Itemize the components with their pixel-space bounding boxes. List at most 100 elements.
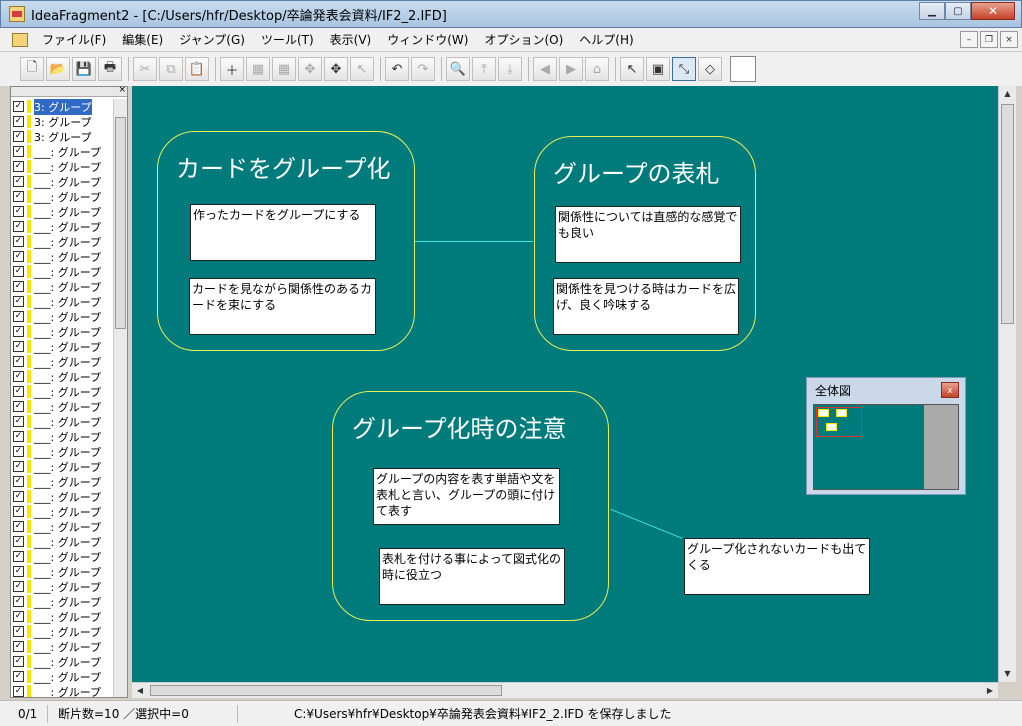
list-item[interactable]: ✓ ___: グループ	[11, 309, 115, 324]
list-item[interactable]: ✓ ___: グループ	[11, 159, 115, 174]
paste-icon[interactable]: 📋	[185, 57, 209, 81]
list-item[interactable]: ✓ ___: グループ	[11, 279, 115, 294]
list-item[interactable]: ✓ ___: グループ	[11, 354, 115, 369]
menu-file[interactable]: ファイル(F)	[34, 31, 114, 48]
checkbox[interactable]: ✓	[13, 461, 24, 472]
document-icon[interactable]	[12, 32, 28, 47]
list-item[interactable]: ✓ ___: グループ	[11, 384, 115, 399]
scroll-right-icon[interactable]: ▶	[982, 683, 998, 699]
overview-window[interactable]: 全体図 x	[806, 377, 966, 495]
list-item[interactable]: ✓ ___: グループ	[11, 519, 115, 534]
checkbox[interactable]: ✓	[13, 596, 24, 607]
fragment-card-ungrouped[interactable]: グループ化されないカードも出てくる	[684, 538, 870, 595]
checkbox[interactable]: ✓	[13, 371, 24, 382]
checkbox[interactable]: ✓	[13, 611, 24, 622]
list-item[interactable]: ✓ ___: グループ	[11, 504, 115, 519]
link-line[interactable]	[415, 241, 533, 242]
redo-icon[interactable]: ↷	[411, 57, 435, 81]
checkbox[interactable]: ✓	[13, 206, 24, 217]
list-item[interactable]: ✓ ___: グループ	[11, 399, 115, 414]
forward-icon[interactable]: ▶	[559, 57, 583, 81]
list-item[interactable]: ✓ ___: グループ	[11, 549, 115, 564]
back-icon[interactable]: ◀	[533, 57, 557, 81]
bring-top-icon[interactable]: ⤒	[472, 57, 496, 81]
checkbox[interactable]: ✓	[13, 101, 24, 112]
send-bottom-icon[interactable]: ⤓	[498, 57, 522, 81]
checkbox[interactable]: ✓	[13, 401, 24, 412]
fill-icon[interactable]: ◇	[698, 57, 722, 81]
checkbox[interactable]: ✓	[13, 536, 24, 547]
group-card-grouping[interactable]: カードをグループ化 作ったカードをグループにする カードを見ながら関係性のあるカ…	[157, 131, 415, 351]
checkbox[interactable]: ✓	[13, 506, 24, 517]
menu-tools[interactable]: ツール(T)	[253, 31, 322, 48]
mdi-restore-button[interactable]: ❐	[980, 31, 998, 48]
checkbox[interactable]: ✓	[13, 161, 24, 172]
list-item[interactable]: ✓ ___: グループ	[11, 594, 115, 609]
list-item[interactable]: ✓ ___: グループ	[11, 429, 115, 444]
checkbox[interactable]: ✓	[13, 416, 24, 427]
scroll-down-icon[interactable]: ▼	[999, 666, 1016, 682]
arrange-icon[interactable]: ✥	[324, 57, 348, 81]
list-item[interactable]: ✓ ___: グループ	[11, 294, 115, 309]
undo-icon[interactable]: ↶	[385, 57, 409, 81]
grid-icon[interactable]: ▦	[246, 57, 270, 81]
vertical-scroll-thumb[interactable]	[1001, 104, 1014, 324]
mdi-close-button[interactable]: ×	[1000, 31, 1018, 48]
checkbox[interactable]: ✓	[13, 251, 24, 262]
list-item[interactable]: ✓ ___: グループ	[11, 654, 115, 669]
list-item[interactable]: ✓ ___: グループ	[11, 234, 115, 249]
list-item[interactable]: ✓ ___: グループ	[11, 369, 115, 384]
scroll-up-icon[interactable]: ▲	[999, 86, 1016, 102]
fragment-card[interactable]: 表札を付ける事によって図式化の時に役立つ	[379, 548, 565, 605]
checkbox[interactable]: ✓	[13, 266, 24, 277]
list-item[interactable]: ✓ ___: グループ	[11, 249, 115, 264]
checkbox[interactable]: ✓	[13, 476, 24, 487]
list-item[interactable]: ✓ ___: グループ	[11, 189, 115, 204]
menu-help[interactable]: ヘルプ(H)	[571, 31, 641, 48]
move-icon[interactable]: ✥	[298, 57, 322, 81]
horizontal-scroll-thumb[interactable]	[150, 685, 502, 696]
checkbox[interactable]: ✓	[13, 341, 24, 352]
list-scrollbar-thumb[interactable]	[115, 117, 126, 329]
checkbox[interactable]: ✓	[13, 191, 24, 202]
select-arrow-icon[interactable]: ↖	[350, 57, 374, 81]
canvas-vertical-scrollbar[interactable]: ▲ ▼	[998, 86, 1016, 682]
group-label[interactable]: グループの表札 関係性については直感的な感覚でも良い 関係性を見つける時はカード…	[534, 136, 756, 351]
list-item[interactable]: ✓ ___: グループ	[11, 564, 115, 579]
list-item[interactable]: ✓ ___: グループ	[11, 219, 115, 234]
checkbox[interactable]: ✓	[13, 146, 24, 157]
open-folder-icon[interactable]: 📂	[46, 57, 70, 81]
print-icon[interactable]: 🖶	[98, 57, 122, 81]
find-icon[interactable]: 🔍	[446, 57, 470, 81]
checkbox[interactable]: ✓	[13, 671, 24, 682]
checkbox[interactable]: ✓	[13, 551, 24, 562]
new-file-icon[interactable]: 🗋	[20, 57, 44, 81]
checkbox[interactable]: ✓	[13, 221, 24, 232]
list-item[interactable]: ✓ ___: グループ	[11, 639, 115, 654]
list-item[interactable]: ✓ ___: グループ	[11, 684, 115, 697]
checkbox[interactable]: ✓	[13, 176, 24, 187]
group-caution[interactable]: グループ化時の注意 グループの内容を表す単語や文を表札と言い、グループの頭に付け…	[332, 391, 609, 621]
list-item[interactable]: ✓ ___: グループ	[11, 489, 115, 504]
menu-jump[interactable]: ジャンプ(G)	[171, 31, 253, 48]
checkbox[interactable]: ✓	[13, 686, 24, 697]
checkbox[interactable]: ✓	[13, 311, 24, 322]
list-item[interactable]: ✓ ___: グループ	[11, 264, 115, 279]
list-item[interactable]: ✓ ___: グループ	[11, 609, 115, 624]
save-icon[interactable]: 💾	[72, 57, 96, 81]
menu-edit[interactable]: 編集(E)	[114, 31, 171, 48]
fragment-card[interactable]: カードを見ながら関係性のあるカードを束にする	[189, 278, 376, 335]
copy-icon[interactable]: ⧉	[159, 57, 183, 81]
list-item[interactable]: ✓ ___: グループ	[11, 339, 115, 354]
link-line[interactable]	[610, 509, 683, 539]
overview-map[interactable]	[813, 404, 959, 490]
list-item[interactable]: ✓ ___: グループ	[11, 474, 115, 489]
canvas-horizontal-scrollbar[interactable]: ◀ ▶	[132, 682, 998, 698]
cut-icon[interactable]: ✂	[133, 57, 157, 81]
list-item[interactable]: ✓ ___: グループ	[11, 414, 115, 429]
checkbox[interactable]: ✓	[13, 491, 24, 502]
link-icon[interactable]: ⤡	[672, 57, 696, 81]
list-item[interactable]: ✓ ___: グループ	[11, 669, 115, 684]
fragment-card[interactable]: 関係性については直感的な感覚でも良い	[555, 206, 741, 263]
checkbox[interactable]: ✓	[13, 656, 24, 667]
